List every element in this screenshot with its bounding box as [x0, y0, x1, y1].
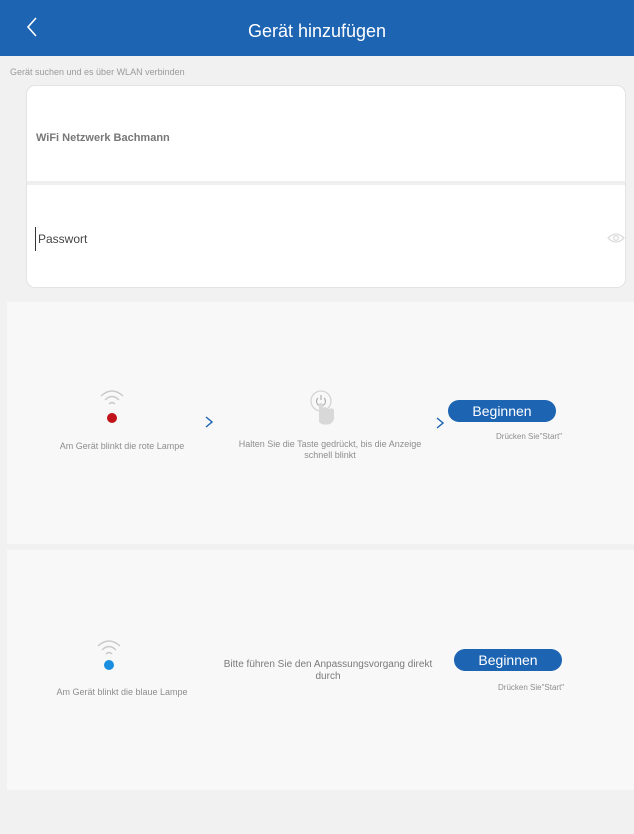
start-button-red[interactable]: Beginnen	[448, 400, 556, 422]
start-hint: Drücken Sie"Start"	[498, 683, 565, 692]
chevron-right-icon	[205, 416, 213, 428]
press-instruction-line-1: Halten Sie die Taste gedrückt, bis die A…	[238, 439, 422, 449]
red-lamp-text: Am Gerät blinkt die rote Lampe	[59, 441, 185, 451]
password-input[interactable]	[35, 227, 598, 251]
red-lamp-dot	[107, 413, 117, 423]
red-lamp-mode-panel: Am Gerät blinkt die rote Lampe Halten Si…	[7, 302, 634, 544]
wifi-signal-icon	[97, 640, 121, 655]
press-instruction-line-2: schnell blinkt	[304, 450, 356, 460]
ssid-field[interactable]: WiFi Netzwerk Bachmann	[27, 86, 625, 185]
eye-icon[interactable]	[607, 231, 625, 245]
blue-lamp-mode-panel: Am Gerät blinkt die blaue Lampe Bitte fü…	[7, 550, 634, 790]
start-button-blue[interactable]: Beginnen	[454, 649, 562, 671]
wlan-section-label: Gerät suchen und es über WLAN verbinden	[10, 67, 185, 77]
page-title: Gerät hinzufügen	[247, 21, 387, 41]
hand-press-icon	[310, 390, 335, 425]
start-hint: Drücken Sie"Start"	[496, 432, 563, 441]
app-header: Gerät hinzufügen	[0, 0, 634, 56]
blue-lamp-text: Am Gerät blinkt die blaue Lampe	[56, 687, 188, 697]
adjustment-line-1: Bitte führen Sie den Anpassungsvorgang d…	[223, 659, 433, 670]
wifi-form-card: WiFi Netzwerk Bachmann	[26, 85, 626, 288]
ssid-value: WiFi Netzwerk Bachmann	[36, 132, 170, 144]
blue-lamp-dot	[104, 660, 114, 670]
adjustment-instruction: Bitte führen Sie den Anpassungsvorgang d…	[197, 659, 459, 683]
password-row	[27, 189, 625, 287]
wifi-signal-icon	[100, 390, 124, 405]
chevron-right-icon	[436, 417, 444, 429]
adjustment-line-2: durch	[315, 671, 341, 682]
press-button-instruction: Halten Sie die Taste gedrückt, bis die A…	[215, 439, 445, 461]
